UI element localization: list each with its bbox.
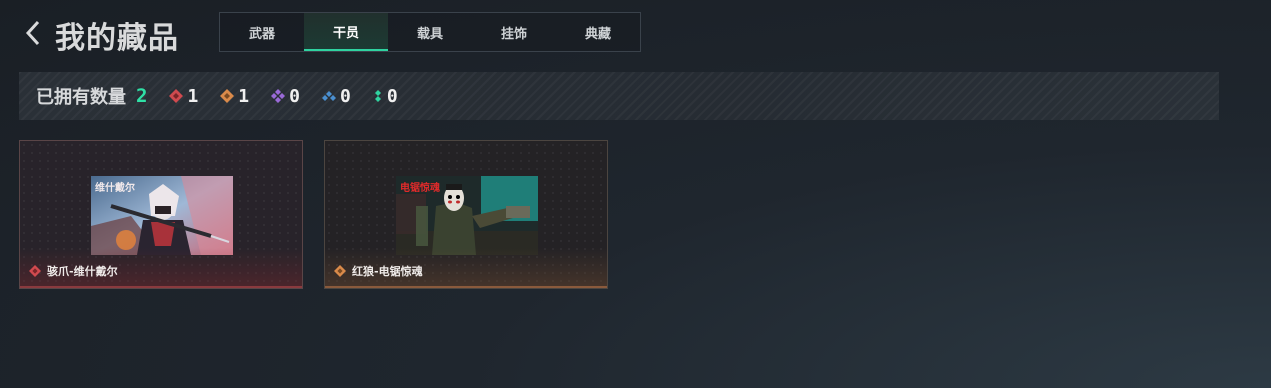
skin-art-logo: 电锯惊魂 <box>400 183 440 194</box>
rarity-red-stat: 1 <box>169 86 198 107</box>
tab-collection[interactable]: 典藏 <box>556 13 640 51</box>
rarity-purple-count: 0 <box>289 85 300 107</box>
green-diamond-icon <box>374 90 381 102</box>
operator-skin-image: 电锯惊魂 <box>396 176 538 255</box>
operator-skin-name: 红狼-电锯惊魂 <box>352 265 423 278</box>
blue-diamond-icon <box>321 91 336 101</box>
owned-label: 已拥有数量 <box>36 87 126 108</box>
tab-operators[interactable]: 干员 <box>304 13 388 51</box>
rarity-blue-stat: 0 <box>321 85 351 107</box>
chevron-left-icon <box>25 20 40 46</box>
tab-charms[interactable]: 挂饰 <box>472 13 556 51</box>
operator-card[interactable]: 维什戴尔 骇爪-维什戴尔 <box>19 140 303 289</box>
operator-skin-image: 维什戴尔 <box>91 176 233 255</box>
back-button[interactable] <box>20 18 46 48</box>
card-title: 骇爪-维什戴尔 <box>29 263 118 279</box>
rarity-orange-count: 1 <box>238 85 250 107</box>
tab-vehicles[interactable]: 载具 <box>388 13 472 51</box>
tab-weapons[interactable]: 武器 <box>220 13 304 51</box>
page-title: 我的藏品 <box>55 21 179 56</box>
card-title: 红狼-电锯惊魂 <box>334 263 423 279</box>
rarity-purple-stat: 0 <box>271 86 300 107</box>
purple-diamond-icon <box>271 89 286 103</box>
rarity-red-count: 1 <box>187 85 199 107</box>
red-diamond-icon <box>29 265 41 277</box>
skin-art-logo: 维什戴尔 <box>95 183 135 194</box>
orange-diamond-icon <box>334 265 346 277</box>
rarity-underline <box>325 286 607 288</box>
category-tabs: 武器 干员 载具 挂饰 典藏 <box>219 12 641 52</box>
rarity-green-stat: 0 <box>373 86 398 107</box>
orange-diamond-icon <box>220 89 235 103</box>
red-diamond-icon <box>169 89 184 103</box>
rarity-green-count: 0 <box>386 85 398 107</box>
rarity-underline <box>20 286 302 288</box>
rarity-blue-count: 0 <box>339 85 351 107</box>
owned-count: 2 <box>136 85 148 107</box>
owned-stats-bar: 已拥有数量 2 1 1 0 0 0 <box>19 72 1219 120</box>
operator-card[interactable]: 电锯惊魂 红狼-电锯惊魂 <box>324 140 608 289</box>
rarity-orange-stat: 1 <box>220 86 249 107</box>
operator-skin-name: 骇爪-维什戴尔 <box>47 265 118 278</box>
